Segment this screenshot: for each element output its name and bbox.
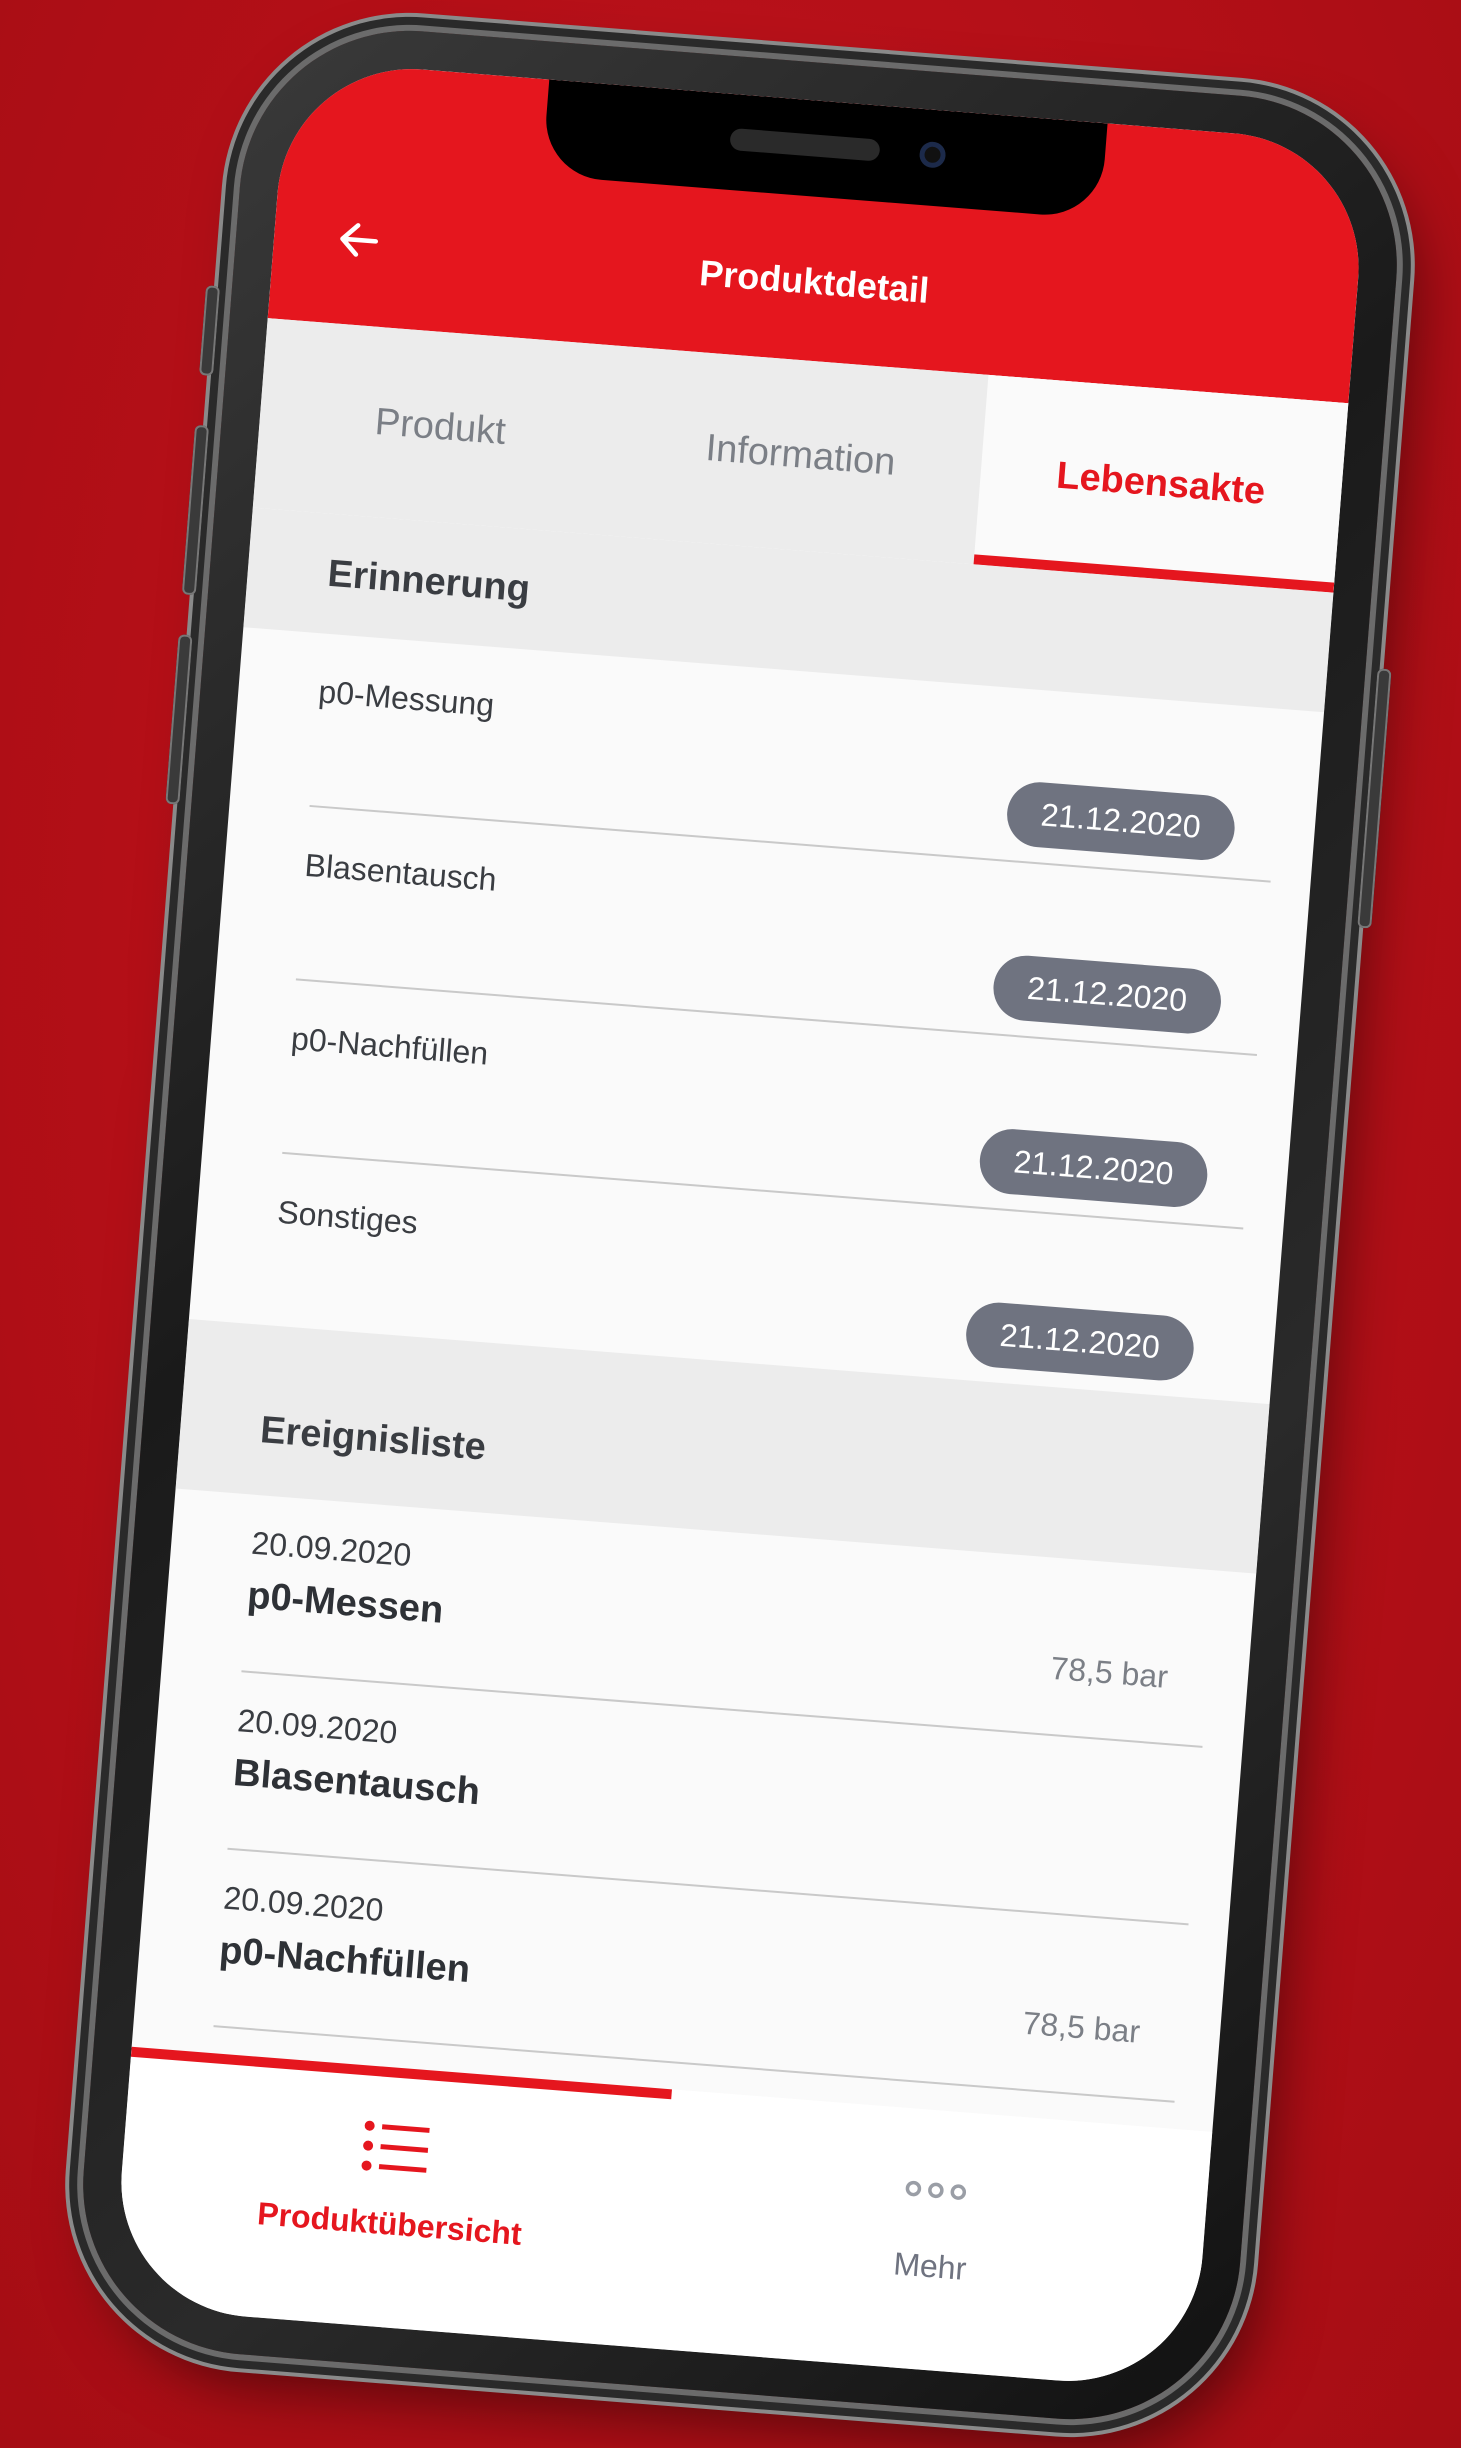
- event-date: 20.09.2020: [250, 1524, 413, 1574]
- page-title: Produktdetail: [697, 251, 931, 311]
- reminder-date-chip[interactable]: 21.12.2020: [990, 953, 1224, 1036]
- reminder-label: p0-Messung: [317, 673, 496, 724]
- event-title: Blasentausch: [231, 1752, 482, 1814]
- more-dots-icon: [905, 2180, 967, 2200]
- nav-item-mehr[interactable]: Mehr: [652, 2089, 1213, 2391]
- tab-lebensakte[interactable]: Lebensakte: [973, 374, 1349, 593]
- reminder-date-chip[interactable]: 21.12.2020: [963, 1300, 1197, 1383]
- volume-up-button: [181, 424, 210, 596]
- event-date: 20.09.2020: [222, 1879, 385, 1929]
- reminder-label: Sonstiges: [276, 1193, 420, 1241]
- mute-switch: [199, 285, 221, 377]
- tab-information[interactable]: Information: [613, 346, 988, 564]
- event-title: p0-Nachfüllen: [217, 1929, 472, 1992]
- phone-frame: Produktdetail Produkt Information Lebens…: [70, 18, 1410, 2432]
- event-title: p0-Messen: [245, 1574, 445, 1632]
- event-value: 78,5 bar: [1049, 1649, 1170, 1695]
- power-button: [1357, 668, 1392, 929]
- content-area[interactable]: Erinnerung p0-Messung 21.12.2020 Blasent…: [132, 507, 1334, 2132]
- nav-label: Mehr: [892, 2245, 968, 2287]
- background: Produktdetail Produkt Information Lebens…: [0, 0, 1461, 2448]
- nav-item-produktuebersicht[interactable]: Produktübersicht: [111, 2047, 672, 2349]
- event-value: 78,5 bar: [1021, 2004, 1142, 2050]
- reminder-date-chip[interactable]: 21.12.2020: [977, 1126, 1210, 1210]
- phone-screen: Produktdetail Produkt Information Lebens…: [111, 58, 1369, 2392]
- event-date: 20.09.2020: [236, 1702, 399, 1751]
- list-icon: [361, 2120, 430, 2173]
- reminder-date-chip[interactable]: 21.12.2020: [1004, 779, 1238, 863]
- nav-label: Produktübersicht: [256, 2195, 524, 2252]
- reminder-label: Blasentausch: [303, 846, 498, 898]
- front-camera: [918, 140, 947, 169]
- reminder-label: p0-Nachfüllen: [289, 1020, 490, 1072]
- tab-produkt[interactable]: Produkt: [253, 318, 628, 536]
- volume-down-button: [165, 634, 193, 805]
- speaker-grille: [729, 127, 881, 162]
